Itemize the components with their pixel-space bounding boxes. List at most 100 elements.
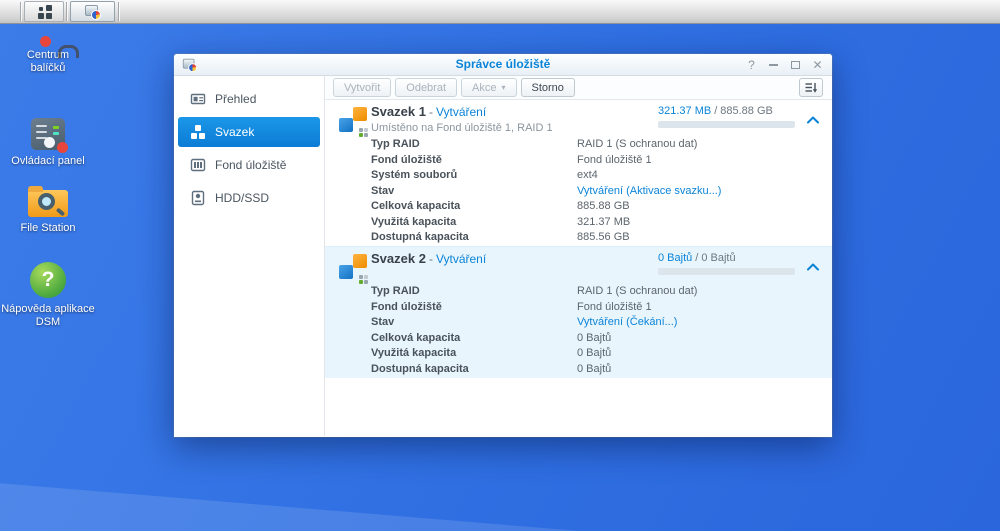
sidebar-item-volume[interactable]: Svazek [178,117,320,147]
collapse-chevron-up-icon[interactable] [807,111,819,124]
detail-row: Systém souborů ext4 [371,168,812,184]
sort-list-button[interactable] [799,78,823,97]
volume-icon [339,254,369,284]
detail-label: Systém souborů [371,169,458,181]
sidebar-item-label: Přehled [215,92,257,106]
storage-manager-icon [182,58,198,73]
shortcut-control-panel[interactable]: Ovládací panel [5,118,91,168]
collapse-chevron-up-icon[interactable] [807,258,819,271]
detail-value: RAID 1 (S ochranou dat) [577,285,698,297]
main-menu-button[interactable] [24,1,64,22]
detail-value: Fond úložiště 1 [577,300,652,313]
volume-header: Svazek 2- Vytváření [371,251,486,266]
storage-manager-taskbar-button[interactable] [70,1,115,22]
detail-row: Fond úložiště Fond úložiště 1 [371,300,812,316]
minimize-icon[interactable] [767,54,780,76]
sidebar-item-label: Svazek [215,125,255,139]
overview-icon [190,93,206,105]
taskbar-separator [118,2,119,21]
detail-label: Celková kapacita [371,331,461,344]
detail-value: 321.37 MB [577,215,631,228]
control-panel-icon [31,118,68,153]
detail-value: 0 Bajtů [577,362,612,375]
volume-name: Svazek 1 [371,104,426,119]
separator: / [695,252,699,264]
detail-value: Fond úložiště 1 [577,153,652,166]
detail-label: Využitá kapacita [371,215,457,228]
actions-label: Akce [472,81,497,94]
toolbar: Vytvořit Odebrat Akce ▾ Storno [325,76,832,100]
shortcut-label: Nápověda aplikace DSM [1,303,95,328]
window-titlebar[interactable]: Správce úložiště ? ✕ [174,54,832,76]
sidebar-item-storage-pool[interactable]: Fond úložiště [178,150,320,180]
detail-row: Typ RAID RAID 1 (S ochranou dat) [371,284,812,300]
detail-label: Fond úložiště [371,300,442,313]
detail-value: 885.88 GB [577,200,630,212]
remove-button[interactable]: Odebrat [395,78,458,97]
detail-label: Dostupná kapacita [371,362,469,375]
volume-details: Typ RAID RAID 1 (S ochranou dat) Fond úlo… [371,284,812,377]
usage-summary: 0 Bajtů/0 Bajtů [658,252,818,275]
volume-header: Svazek 1- Vytváření Umístěno na Fond úlož… [371,104,553,134]
cancel-button[interactable]: Storno [520,78,575,97]
shortcut-package-center[interactable]: Centrum balíčků [16,36,80,75]
sidebar-item-label: HDD/SSD [215,191,270,205]
volume-panel-2[interactable]: Svazek 2- Vytváření 0 Bajtů/0 Bajtů Typ R… [325,246,832,378]
detail-label: Fond úložiště [371,153,442,166]
status-text: Vytváření (Čekání...) [577,316,678,328]
sidebar-item-overview[interactable]: Přehled [178,84,320,114]
detail-row: Typ RAID RAID 1 (S ochranou dat) [371,137,812,153]
detail-label: Stav [371,184,395,197]
separator: / [714,105,718,117]
create-button[interactable]: Vytvořit [333,78,392,97]
detail-label: Stav [371,316,395,328]
detail-label: Typ RAID [371,138,420,150]
detail-value: ext4 [577,169,598,181]
detail-value: RAID 1 (S ochranou dat) [577,138,698,150]
close-icon[interactable]: ✕ [811,54,824,76]
actions-dropdown-button[interactable]: Akce ▾ [461,78,517,97]
window-controls: ? ✕ [745,54,824,76]
volume-subtitle: Umístěno na Fond úložiště 1, RAID 1 [371,122,553,134]
volume-cubes-icon [191,125,205,139]
volume-list: Svazek 1- Vytváření Umístěno na Fond úlož… [325,100,832,436]
shortcut-dsm-help[interactable]: ? Nápověda aplikace DSM [0,262,96,329]
shortcut-file-station[interactable]: File Station [5,184,91,235]
volume-details: Typ RAID RAID 1 (S ochranou dat) Fond úlo… [371,137,812,246]
sidebar-item-hdd-ssd[interactable]: HDD/SSD [178,183,320,213]
help-icon[interactable]: ? [745,54,758,76]
volume-panel-1[interactable]: Svazek 1- Vytváření Umístěno na Fond úlož… [325,100,832,246]
usage-progress-bar [658,268,795,275]
detail-row: Fond úložiště Fond úložiště 1 [371,153,812,169]
shortcut-label: Ovládací panel [11,155,85,167]
status-text: Vytváření (Aktivace svazku...) [577,184,722,197]
disk-icon [191,190,205,206]
chevron-down-icon: ▾ [501,82,506,92]
usage-progress-bar [658,121,795,128]
total-capacity: 0 Bajtů [701,252,736,264]
main-content: Vytvořit Odebrat Akce ▾ Storno Svazek 1 … [325,76,832,436]
shortcut-label: File Station [20,222,76,234]
sidebar-item-label: Fond úložiště [215,158,287,172]
storage-pool-icon [190,158,206,172]
taskbar-separator [66,2,67,21]
total-capacity: 885.88 GB [720,105,773,117]
detail-label: Celková kapacita [371,200,461,212]
maximize-icon[interactable] [789,54,802,76]
detail-label: Využitá kapacita [371,347,457,359]
detail-row: Celková kapacita 885.88 GB [371,199,812,215]
taskbar-separator [20,2,21,21]
sidebar: Přehled Svazek Fond úložiště HDD/SSD [174,76,325,436]
detail-label: Dostupná kapacita [371,231,469,243]
detail-row: Využitá kapacita 0 Bajtů [371,346,812,362]
window-title: Správce úložiště [455,57,551,71]
list-sort-icon [805,82,817,93]
notification-badge [57,142,68,153]
volume-status: Vytváření [435,252,487,266]
volume-icon [339,107,369,137]
detail-value: 0 Bajtů [577,347,612,359]
dsm-help-icon: ? [30,262,66,298]
used-capacity: 0 Bajtů [658,252,693,264]
detail-row: Dostupná kapacita 885.56 GB [371,230,812,246]
file-station-icon [28,186,68,217]
